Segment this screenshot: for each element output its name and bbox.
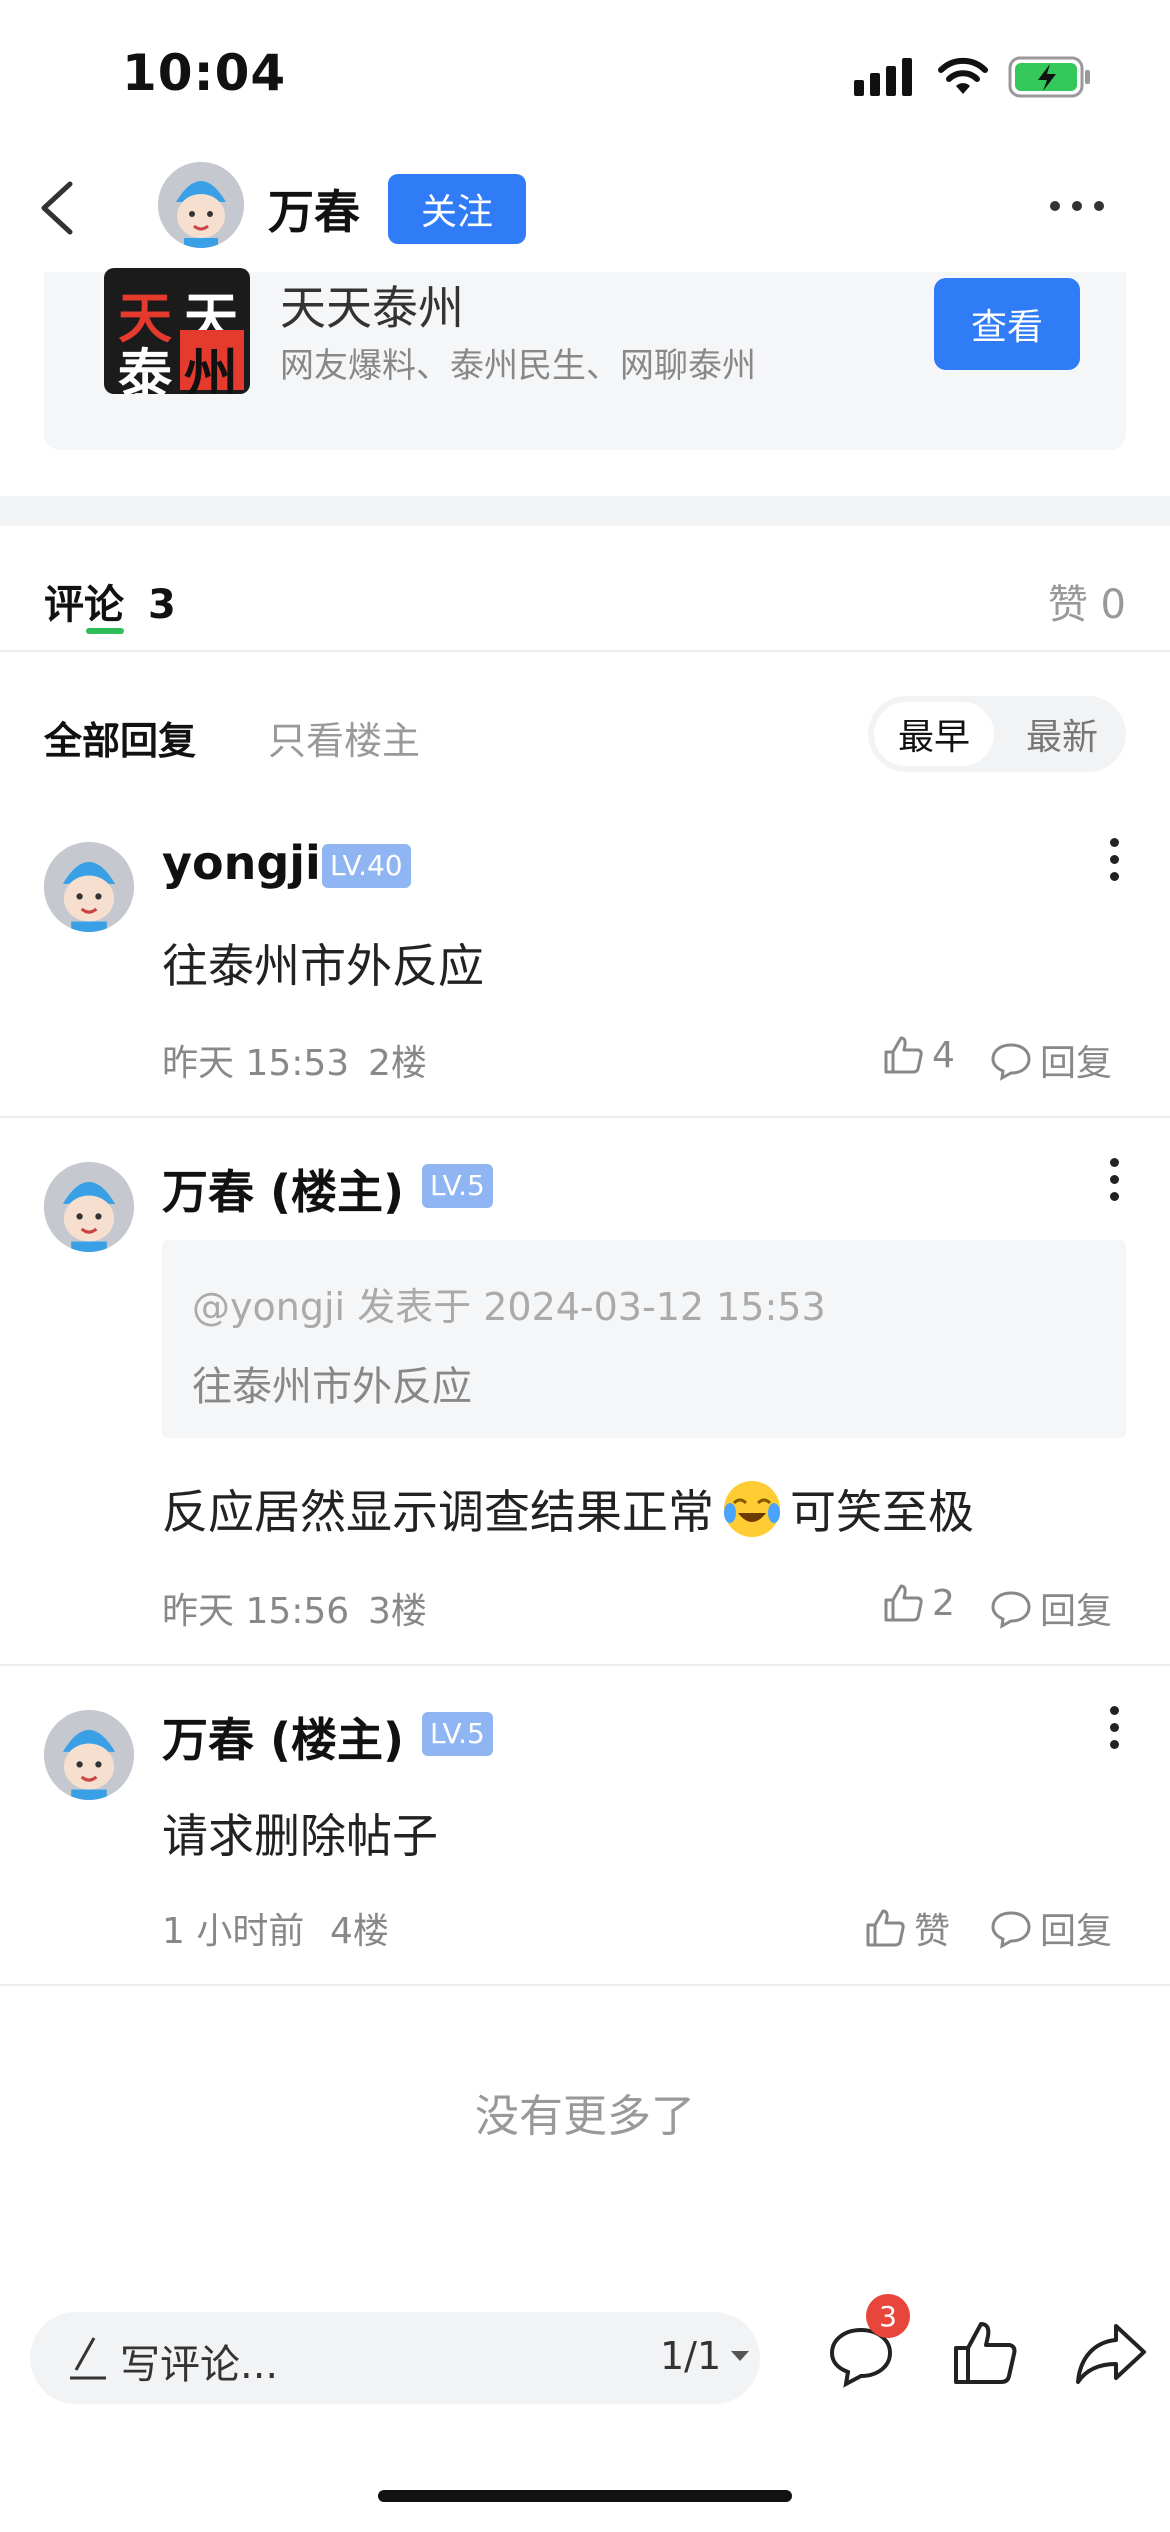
like-count: 2 bbox=[932, 1582, 955, 1624]
sort-latest[interactable]: 最新 bbox=[1012, 702, 1112, 766]
comment-text-part: 反应居然显示调查结果正常 bbox=[162, 1485, 714, 1539]
comment-floor: 2楼 bbox=[368, 1043, 427, 1084]
comment-text-part: 可笑至极 bbox=[790, 1485, 974, 1539]
like-count: 4 bbox=[932, 1034, 955, 1076]
battery-charging-icon bbox=[1008, 56, 1092, 102]
reply-label: 回复 bbox=[1040, 1043, 1113, 1084]
avatar[interactable] bbox=[44, 842, 134, 932]
pencil-icon bbox=[66, 2334, 110, 2386]
sort-earliest[interactable]: 最早 bbox=[874, 702, 994, 766]
comment-divider bbox=[0, 1116, 1170, 1118]
caret-down-icon bbox=[731, 2351, 750, 2361]
filter-all-replies[interactable]: 全部回复 bbox=[44, 710, 196, 765]
avatar[interactable] bbox=[44, 1162, 134, 1252]
tab-active-indicator bbox=[86, 628, 124, 634]
comment-more-icon[interactable] bbox=[1110, 838, 1120, 889]
page-indicator: 1/1 bbox=[660, 2334, 722, 2378]
comment-bubble-icon bbox=[991, 1043, 1031, 1081]
crying-laughing-emoji-icon bbox=[724, 1481, 780, 1537]
wifi-icon bbox=[938, 56, 988, 100]
reply-button[interactable]: 回复 bbox=[990, 1902, 1112, 1954]
signal-icon bbox=[854, 58, 914, 100]
level-badge: LV.40 bbox=[322, 844, 411, 888]
level-badge: LV.5 bbox=[422, 1164, 493, 1208]
comment-time: 昨天 15:53 bbox=[162, 1043, 350, 1084]
end-of-list-text: 没有更多了 bbox=[475, 2091, 695, 2142]
community-subtitle: 网友爆料、泰州民生、网聊泰州 bbox=[280, 346, 756, 386]
thumbs-up-icon bbox=[884, 1584, 923, 1622]
comment-text: 请求删除帖子 bbox=[162, 1809, 438, 1863]
tab-comments-label: 评论 bbox=[44, 582, 124, 628]
status-time: 10:04 bbox=[122, 44, 287, 102]
commenter-name[interactable]: 万春 (楼主) bbox=[162, 1704, 404, 1770]
comment-text: 反应居然显示调查结果正常 可笑至极 bbox=[162, 1476, 974, 1542]
comment-divider bbox=[0, 1984, 1170, 1986]
comment-more-icon[interactable] bbox=[1110, 1158, 1120, 1209]
reply-label: 回复 bbox=[1040, 1911, 1113, 1952]
commenter-name[interactable]: 万春 (楼主) bbox=[162, 1156, 404, 1222]
back-button[interactable] bbox=[30, 178, 90, 238]
like-button[interactable]: 4 bbox=[882, 1034, 955, 1076]
tab-comments-count: 3 bbox=[147, 582, 176, 628]
comment-text: 往泰州市外反应 bbox=[162, 939, 484, 993]
follow-button[interactable]: 关注 bbox=[388, 174, 526, 244]
chevron-left-icon bbox=[41, 181, 73, 235]
author-name[interactable]: 万春 bbox=[268, 176, 360, 242]
community-logo: 天 天 泰 州 bbox=[104, 268, 250, 394]
tab-likes[interactable]: 赞 0 bbox=[1048, 572, 1126, 630]
comment-more-icon[interactable] bbox=[1110, 1706, 1120, 1757]
quote-meta: @yongji 发表于 2024-03-12 15:53 bbox=[192, 1285, 826, 1329]
page-selector[interactable]: 1/1 bbox=[660, 2334, 751, 2378]
author-avatar[interactable] bbox=[158, 162, 244, 248]
comment-time: 昨天 15:56 bbox=[162, 1591, 350, 1632]
like-button[interactable]: 赞 bbox=[864, 1902, 950, 1954]
like-button[interactable]: 2 bbox=[882, 1582, 955, 1624]
filter-owner-only[interactable]: 只看楼主 bbox=[268, 710, 420, 765]
tabs-divider bbox=[0, 650, 1170, 652]
comment-divider bbox=[0, 1664, 1170, 1666]
like-label: 赞 bbox=[914, 1911, 951, 1952]
comment-bubble-icon bbox=[991, 1591, 1031, 1629]
section-divider bbox=[0, 496, 1170, 526]
thumbs-up-icon bbox=[884, 1036, 923, 1074]
share-button[interactable] bbox=[1074, 2318, 1148, 2392]
thumbs-up-icon bbox=[954, 2322, 1017, 2384]
reply-button[interactable]: 回复 bbox=[990, 1582, 1112, 1634]
quote-text: 往泰州市外反应 bbox=[192, 1364, 472, 1410]
comment-bubble-icon bbox=[991, 1911, 1031, 1949]
commenter-name[interactable]: yongji bbox=[162, 836, 321, 890]
avatar[interactable] bbox=[44, 1710, 134, 1800]
comment-input-placeholder[interactable]: 写评论... bbox=[120, 2332, 278, 2390]
comment-floor: 3楼 bbox=[368, 1591, 427, 1632]
more-options-icon[interactable] bbox=[1050, 196, 1116, 215]
share-arrow-icon bbox=[1076, 2324, 1146, 2384]
level-badge: LV.5 bbox=[422, 1712, 493, 1756]
home-indicator bbox=[378, 2490, 792, 2502]
tab-comments[interactable]: 评论 3 bbox=[44, 572, 176, 630]
comment-floor: 4楼 bbox=[330, 1911, 389, 1952]
reply-label: 回复 bbox=[1040, 1591, 1113, 1632]
comment-count-badge: 3 bbox=[866, 2294, 910, 2338]
thumbs-up-icon bbox=[866, 1909, 905, 1947]
view-community-button[interactable]: 查看 bbox=[934, 278, 1080, 370]
like-post-button[interactable] bbox=[950, 2318, 1020, 2392]
reply-button[interactable]: 回复 bbox=[990, 1034, 1112, 1086]
community-title: 天天泰州 bbox=[280, 281, 464, 335]
comment-time: 1 小时前 bbox=[162, 1911, 305, 1952]
